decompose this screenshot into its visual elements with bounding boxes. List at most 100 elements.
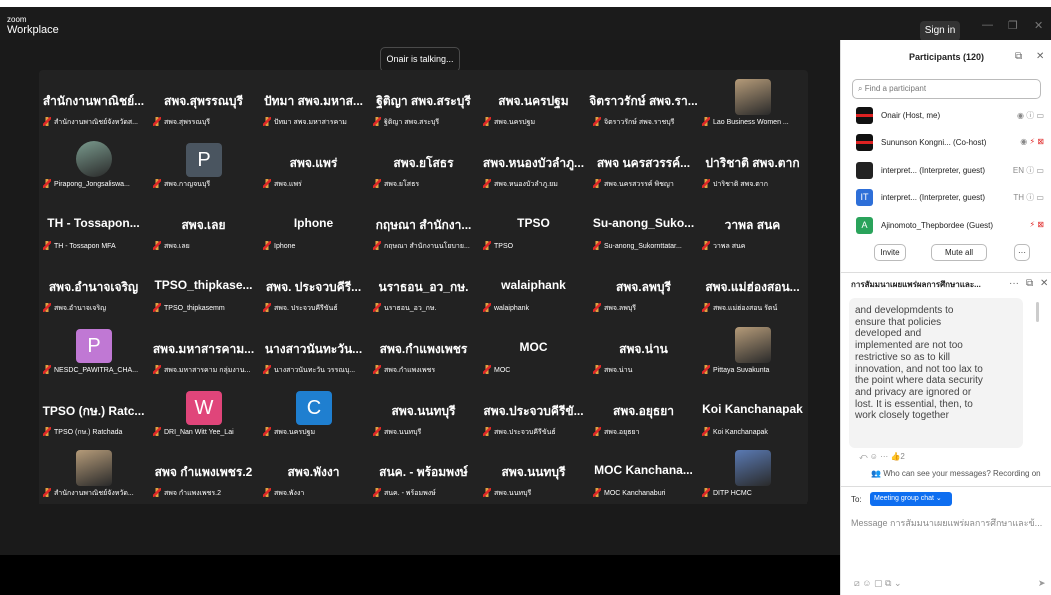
muted-mic-icon [483,488,491,497]
participant-tile[interactable]: TH - Tossapon... TH - Tossapon MFA [39,197,148,257]
participant-row[interactable]: interpret... (Interpreter, guest) EN ⓘ ▭ [854,161,1044,181]
participant-tile[interactable]: P สพจ.กาญจนบุรี [149,135,258,195]
participant-tile[interactable]: สพจ.นครปฐม สพจ.นครปฐม [479,73,588,133]
participant-tile[interactable]: กฤษณา สำนักงา... กฤษณา สำนักงานนโยบาย... [369,197,478,257]
tile-display-name: สพจ.นนทบุรี [501,465,566,479]
tile-display-name: walaiphank [501,278,566,292]
participant-tile[interactable]: สพจ.พังงา สพจ.พังงา [259,444,368,504]
tile-display-name: TPSO [517,216,550,230]
tile-display-name: สพจ.ประจวบคีรีขั... [483,404,584,418]
invite-button[interactable]: Invite [874,244,906,261]
message-reactions[interactable]: ⤺ ☺ ··· 👍2 [859,452,905,462]
minimize-icon[interactable]: — [982,19,993,31]
participant-tile[interactable]: MOC MOC [479,321,588,381]
message-input[interactable]: Message การสัมมนาเผยแพร่ผลการศึกษาและข้.… [851,516,1047,530]
participant-tile[interactable]: Su-anong_Suko... Su-anong_Sukornttatar... [589,197,698,257]
tile-display-name: สพจ กำแพงเพชร.2 [154,465,253,479]
more-icon[interactable]: ··· [880,452,888,461]
participant-tile[interactable]: P NESDC_PAWITRA_CHA... [39,321,148,381]
tile-name-label: DRI_Nan Witt Yee_Lai [153,427,256,439]
participant-tile[interactable]: สำนักงานพาณิชย์... สำนักงานพาณิชย์จังหวัด… [39,73,148,133]
popout-icon[interactable]: ⧉ [1015,51,1022,62]
participant-tile[interactable]: สพจ.นนทบุรี สพจ.นนทบุรี [369,383,478,443]
participant-tile[interactable]: ปาริชาติ สพจ.ตาก ปาริชาติ สพจ.ตาก [698,135,807,195]
more-options-button[interactable]: ··· [1014,244,1030,261]
sign-in-button[interactable]: Sign in [920,21,960,41]
participant-tile[interactable]: สพจ.อำนาจเจริญ สพจ.อำนาจเจริญ [39,259,148,319]
participant-tile[interactable]: Koi Kanchanapak Koi Kanchanapak [698,383,807,443]
emoji-icon[interactable]: ☺ [870,452,878,461]
tile-name-label: สพจ.ลพบุรี [593,303,696,315]
participant-tile[interactable]: ฐิติญา สพจ.สระบุรี ฐิติญา สพจ.สระบุรี [369,73,478,133]
reply-icon[interactable]: ⤺ [859,452,868,461]
muted-mic-icon [153,303,161,312]
participant-tile[interactable]: สพจ.สุพรรณบุรี สพจ.สุพรรณบุรี [149,73,258,133]
participant-tile[interactable]: สพจ.ลพบุรี สพจ.ลพบุรี [589,259,698,319]
participant-tile[interactable]: สพจ.เลย สพจ.เลย [149,197,258,257]
participant-tile[interactable]: สพจ.กำแพงเพชร สพจ.กำแพงเพชร [369,321,478,381]
who-can-see-link[interactable]: 👥 Who can see your messages? Recording o… [871,469,1041,478]
participant-tile[interactable]: สพจ.แม่ฮ่องสอน... สพจ.แม่ฮ่องสอน รัตน์ [698,259,807,319]
participant-tile[interactable]: สพจ.ประจวบคีรีขั... สพจ.ประจวบคีรีขันธ์ [479,383,588,443]
participant-tile[interactable]: TPSO_thipkase... TPSO_thipkasemm [149,259,258,319]
participant-tile[interactable]: สำนักงานพาณิชย์จังหวัด... [39,444,148,504]
participant-tile[interactable]: Lao Business Women ... [698,73,807,133]
participant-tile[interactable]: Iphone Iphone [259,197,368,257]
muted-mic-icon [43,365,51,374]
participant-tile[interactable]: walaiphank walaiphank [479,259,588,319]
mute-all-button[interactable]: Mute all [931,244,987,261]
tile-display-name: TPSO_thipkase... [154,278,253,292]
chat-scrollbar[interactable] [1036,302,1039,322]
participant-tile[interactable]: สพจ.ยโสธร สพจ.ยโสธร [369,135,478,195]
tile-name-label: สพจ.นนทบุรี [373,427,476,439]
participant-tile[interactable]: สพจ. ประจวบคีรี... สพจ. ประจวบคีรีขันธ์ [259,259,368,319]
screenshot-icon[interactable]: ⧉ [885,578,891,588]
participant-tile[interactable]: TPSO TPSO [479,197,588,257]
participant-tile[interactable]: TPSO (กษ.) Ratc... TPSO (กษ.) Ratchada [39,383,148,443]
participant-tile[interactable]: สพจ.น่าน สพจ.น่าน [589,321,698,381]
restore-icon[interactable]: ❐ [1008,19,1018,32]
participant-tile[interactable]: สพจ.อยุธยา สพจ.อยุธยา [589,383,698,443]
participant-tile[interactable]: MOC Kanchana... MOC Kanchanaburi [589,444,698,504]
close-window-icon[interactable]: ✕ [1034,19,1043,32]
participant-tile[interactable]: C สพจ.นครปฐม [259,383,368,443]
more-icon[interactable]: ··· [1009,278,1019,289]
tile-name-label: สพจ.นครปฐม [483,117,586,129]
participant-tile[interactable]: สพจ กำแพงเพชร.2 สพจ กำแพงเพชร.2 [149,444,258,504]
participant-tile[interactable]: นางสาวนันทะวัน... นางสาวนันทะวัน วรรณบุ..… [259,321,368,381]
popout-chat-icon[interactable]: ⧉ [1026,278,1033,289]
tile-name-label: Iphone [263,241,366,253]
tile-name-label: Lao Business Women ... [702,117,805,129]
close-panel-icon[interactable]: ✕ [1036,51,1044,62]
tile-display-name: ปัทมา สพจ.มหาส... [264,94,363,108]
participant-tile[interactable]: W DRI_Nan Witt Yee_Lai [149,383,258,443]
send-icon[interactable]: ➤ [1038,578,1046,589]
participant-tile[interactable]: จิตราวรักษ์ สพจ.รา... จิตราวรักษ์ สพจ.ราช… [589,73,698,133]
muted-mic-icon [593,117,601,126]
recipient-dropdown[interactable]: Meeting group chat ⌄ [870,492,952,506]
participant-tile[interactable]: Pittaya Suvakunta [698,321,807,381]
participant-tile[interactable]: สนค. - พร้อมพงษ์ สนค. - พร้อมพงษ์ [369,444,478,504]
format-icon[interactable]: ⧄ [854,578,860,588]
participant-tile[interactable]: สพจ.หนองบัวลำภู... สพจ.หนองบัวลำภู.ยม [479,135,588,195]
participant-row[interactable]: Onair (Host, me) ◉ ⓘ ▭ [854,106,1044,126]
participant-tile[interactable]: Pirapong_Jongsaliswa... [39,135,148,195]
tile-name-label: DITP HCMC [702,488,805,500]
close-chat-icon[interactable]: ✕ [1040,278,1048,289]
participant-tile[interactable]: สพจ.นนทบุรี สพจ.นนทบุรี [479,444,588,504]
emoji-icon[interactable]: ☺ [862,578,871,588]
participant-search-input[interactable]: ⌕ Find a participant [852,79,1041,99]
participant-tile[interactable]: DITP HCMC [698,444,807,504]
participant-tile[interactable]: นราธอน_อว_กษ. นราธอน_อว_กษ. [369,259,478,319]
participant-tile[interactable]: ปัทมา สพจ.มหาส... ปัทมา สพจ.มหาสารคาม [259,73,368,133]
participant-tile[interactable]: สพจ นครสวรรค์... สพจ.นครสวรรค์ พิชญา [589,135,698,195]
participant-tile[interactable]: สพจ.มหาสารคาม... สพจ.มหาสารคาม กลุ่มงาน..… [149,321,258,381]
participant-tile[interactable]: สพจ.แพร่ สพจ.แพร่ [259,135,368,195]
participant-tile[interactable]: วาพล สนค วาพล สนค [698,197,807,257]
participant-row[interactable]: A Ajinomoto_Thepbordee (Guest) ⚡ ⊠ [854,216,1044,236]
tile-name-label: สพจ.ประจวบคีรีขันธ์ [483,427,586,439]
file-icon[interactable]: ▢ [874,578,883,588]
participant-row[interactable]: Sununson Kongni... (Co-host) ◉ ⚡ ⊠ [854,133,1044,153]
participant-name: Onair (Host, me) [881,111,941,120]
participant-row[interactable]: IT interpret... (Interpreter, guest) TH … [854,188,1044,208]
